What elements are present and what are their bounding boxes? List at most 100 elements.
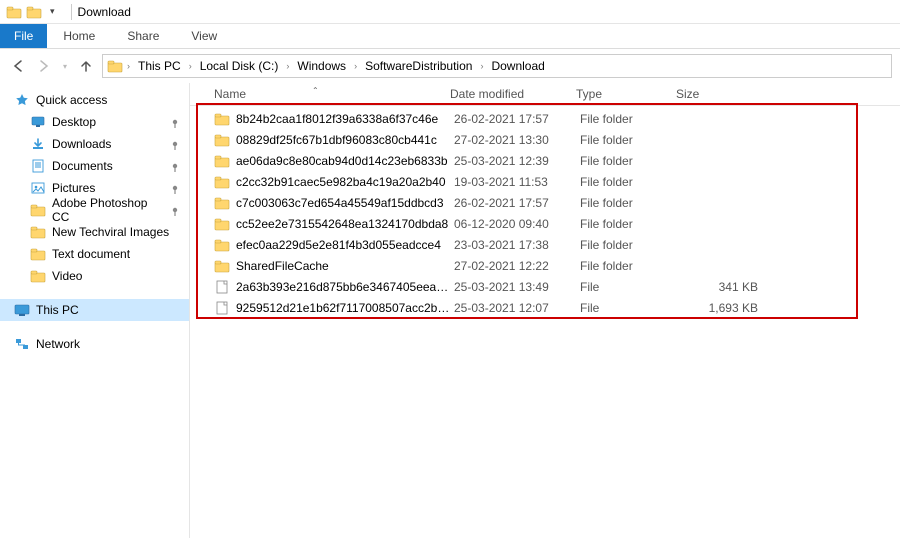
file-type: File folder <box>580 238 680 252</box>
address-bar[interactable]: › This PC › Local Disk (C:) › Windows › … <box>102 54 892 78</box>
column-type[interactable]: Type <box>576 87 676 101</box>
folder-icon <box>214 132 230 148</box>
column-date[interactable]: Date modified <box>450 87 576 101</box>
folder-icon <box>30 246 46 262</box>
breadcrumb-item[interactable]: This PC <box>134 57 185 75</box>
folder-icon <box>30 202 46 218</box>
file-type: File folder <box>580 259 680 273</box>
file-row[interactable]: 9259512d21e1b62f7117008507acc2b972f7...2… <box>190 297 900 318</box>
file-name: cc52ee2e7315542648ea1324170dbda8 <box>236 217 454 231</box>
file-row[interactable]: SharedFileCache27-02-2021 12:22File fold… <box>190 255 900 276</box>
folder-icon <box>214 153 230 169</box>
folder-open-icon <box>26 4 42 20</box>
pin-icon <box>167 160 179 172</box>
file-row[interactable]: ae06da9c8e80cab94d0d14c23eb6833b25-03-20… <box>190 150 900 171</box>
pin-icon <box>167 116 179 128</box>
file-row[interactable]: 8b24b2caa1f8012f39a6338a6f37c46e26-02-20… <box>190 108 900 129</box>
sidebar-item[interactable]: Desktop <box>0 111 189 133</box>
sidebar-item-label: Adobe Photoshop CC <box>52 196 161 224</box>
folder-icon <box>30 224 46 240</box>
file-type: File folder <box>580 112 680 126</box>
sidebar-item-label: Desktop <box>52 115 96 129</box>
file-date: 27-02-2021 12:22 <box>454 259 580 273</box>
tab-file[interactable]: File <box>0 24 47 48</box>
breadcrumb-item[interactable]: SoftwareDistribution <box>361 57 476 75</box>
file-row[interactable]: 2a63b393e216d875bb6e3467405eea5e56c...25… <box>190 276 900 297</box>
tab-share[interactable]: Share <box>111 24 175 48</box>
quick-access-toolbar-dropdown[interactable]: ▾ <box>46 6 59 17</box>
tab-view[interactable]: View <box>175 24 233 48</box>
file-size: 1,693 KB <box>680 301 770 315</box>
star-icon <box>14 92 30 108</box>
titlebar: ▾ Download <box>0 0 900 24</box>
column-name[interactable]: Name⌃ <box>214 87 450 101</box>
file-date: 25-03-2021 12:07 <box>454 301 580 315</box>
file-row[interactable]: c7c003063c7ed654a45549af15ddbcd326-02-20… <box>190 192 900 213</box>
sidebar-item-label: Documents <box>52 159 113 173</box>
sidebar-item-label: New Techviral Images <box>52 225 169 239</box>
file-name: c2cc32b91caec5e982ba4c19a20a2b40 <box>236 175 454 189</box>
chevron-right-icon[interactable]: › <box>478 61 485 71</box>
file-date: 19-03-2021 11:53 <box>454 175 580 189</box>
sidebar-item[interactable]: Documents <box>0 155 189 177</box>
sidebar-item[interactable]: Video <box>0 265 189 287</box>
file-row[interactable]: cc52ee2e7315542648ea1324170dbda806-12-20… <box>190 213 900 234</box>
main-split: Quick access DesktopDownloadsDocumentsPi… <box>0 83 900 538</box>
navigation-pane: Quick access DesktopDownloadsDocumentsPi… <box>0 83 190 538</box>
file-row[interactable]: efec0aa229d5e2e81f4b3d055eadcce423-03-20… <box>190 234 900 255</box>
column-size[interactable]: Size <box>676 87 766 101</box>
file-type: File folder <box>580 217 680 231</box>
tab-home[interactable]: Home <box>47 24 111 48</box>
network-icon <box>14 336 30 352</box>
sidebar-label: Network <box>36 337 80 351</box>
file-date: 27-02-2021 13:30 <box>454 133 580 147</box>
folder-icon <box>214 258 230 274</box>
pictures-icon <box>30 180 46 196</box>
sidebar-this-pc[interactable]: This PC <box>0 299 189 321</box>
sidebar-item-label: Video <box>52 269 82 283</box>
column-headers: Name⌃ Date modified Type Size <box>190 83 900 106</box>
sidebar-item[interactable]: New Techviral Images <box>0 221 189 243</box>
chevron-right-icon[interactable]: › <box>352 61 359 71</box>
breadcrumb-item[interactable]: Download <box>487 57 548 75</box>
window-title: Download <box>78 5 131 19</box>
breadcrumb-item[interactable]: Windows <box>293 57 350 75</box>
sidebar-label: Quick access <box>36 93 107 107</box>
file-type: File folder <box>580 133 680 147</box>
desktop-icon <box>30 114 46 130</box>
file-date: 23-03-2021 17:38 <box>454 238 580 252</box>
folder-icon <box>214 174 230 190</box>
file-date: 25-03-2021 13:49 <box>454 280 580 294</box>
file-date: 06-12-2020 09:40 <box>454 217 580 231</box>
folder-icon <box>30 268 46 284</box>
file-type: File <box>580 280 680 294</box>
file-date: 26-02-2021 17:57 <box>454 196 580 210</box>
sidebar-quick-access[interactable]: Quick access <box>0 89 189 111</box>
chevron-right-icon[interactable]: › <box>187 61 194 71</box>
file-name: 8b24b2caa1f8012f39a6338a6f37c46e <box>236 112 454 126</box>
sidebar-item[interactable]: Downloads <box>0 133 189 155</box>
back-button[interactable] <box>8 56 28 76</box>
file-row[interactable]: c2cc32b91caec5e982ba4c19a20a2b4019-03-20… <box>190 171 900 192</box>
sidebar-network[interactable]: Network <box>0 333 189 355</box>
file-row[interactable]: 08829df25fc67b1dbf96083c80cb441c27-02-20… <box>190 129 900 150</box>
up-button[interactable] <box>76 56 96 76</box>
file-name: efec0aa229d5e2e81f4b3d055eadcce4 <box>236 238 454 252</box>
forward-button[interactable] <box>34 56 54 76</box>
pin-icon <box>167 204 179 216</box>
separator <box>71 4 72 20</box>
recent-dropdown[interactable]: ▾ <box>60 56 70 76</box>
chevron-right-icon[interactable]: › <box>125 61 132 71</box>
breadcrumb-item[interactable]: Local Disk (C:) <box>196 57 283 75</box>
file-icon <box>214 279 230 295</box>
sidebar-item[interactable]: Text document <box>0 243 189 265</box>
pin-icon <box>167 138 179 150</box>
file-type: File <box>580 301 680 315</box>
file-size: 341 KB <box>680 280 770 294</box>
folder-icon <box>214 195 230 211</box>
file-icon <box>214 300 230 316</box>
file-name: 2a63b393e216d875bb6e3467405eea5e56c... <box>236 280 454 294</box>
chevron-right-icon[interactable]: › <box>284 61 291 71</box>
pin-icon <box>167 182 179 194</box>
sidebar-item[interactable]: Adobe Photoshop CC <box>0 199 189 221</box>
